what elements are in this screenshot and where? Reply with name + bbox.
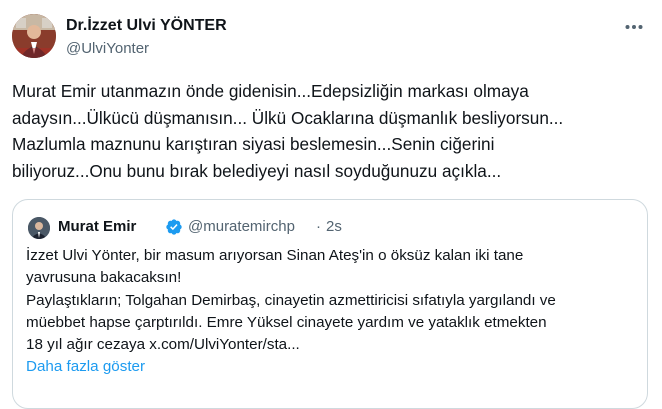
- author-name[interactable]: Dr.İzzet Ulvi YÖNTER: [66, 17, 227, 35]
- tweet: Dr.İzzet Ulvi YÖNTER @UlviYonter Murat E…: [0, 0, 662, 409]
- quoted-author-handle[interactable]: @muratemirchp: [188, 218, 295, 235]
- more-horizontal-icon: [625, 17, 643, 35]
- quoted-tweet-card[interactable]: Murat Emir @muratemirchp · 2s İzzet Ulvi…: [12, 199, 648, 409]
- author-handle[interactable]: @UlviYonter: [66, 40, 149, 57]
- author-avatar[interactable]: [12, 14, 56, 58]
- separator-dot: ·: [316, 218, 321, 235]
- quoted-tweet-text: İzzet Ulvi Yönter, bir masum arıyorsan S…: [26, 247, 556, 354]
- more-options-button[interactable]: [622, 14, 646, 38]
- quoted-timestamp[interactable]: 2s: [326, 218, 342, 235]
- tweet-text: Murat Emir utanmazın önde gidenisin...Ed…: [12, 81, 564, 181]
- quoted-author-name[interactable]: Murat Emir: [58, 218, 136, 235]
- quoted-author-avatar[interactable]: [28, 217, 50, 239]
- show-more-link[interactable]: Daha fazla göster: [26, 358, 145, 375]
- verified-badge-icon: [165, 218, 183, 236]
